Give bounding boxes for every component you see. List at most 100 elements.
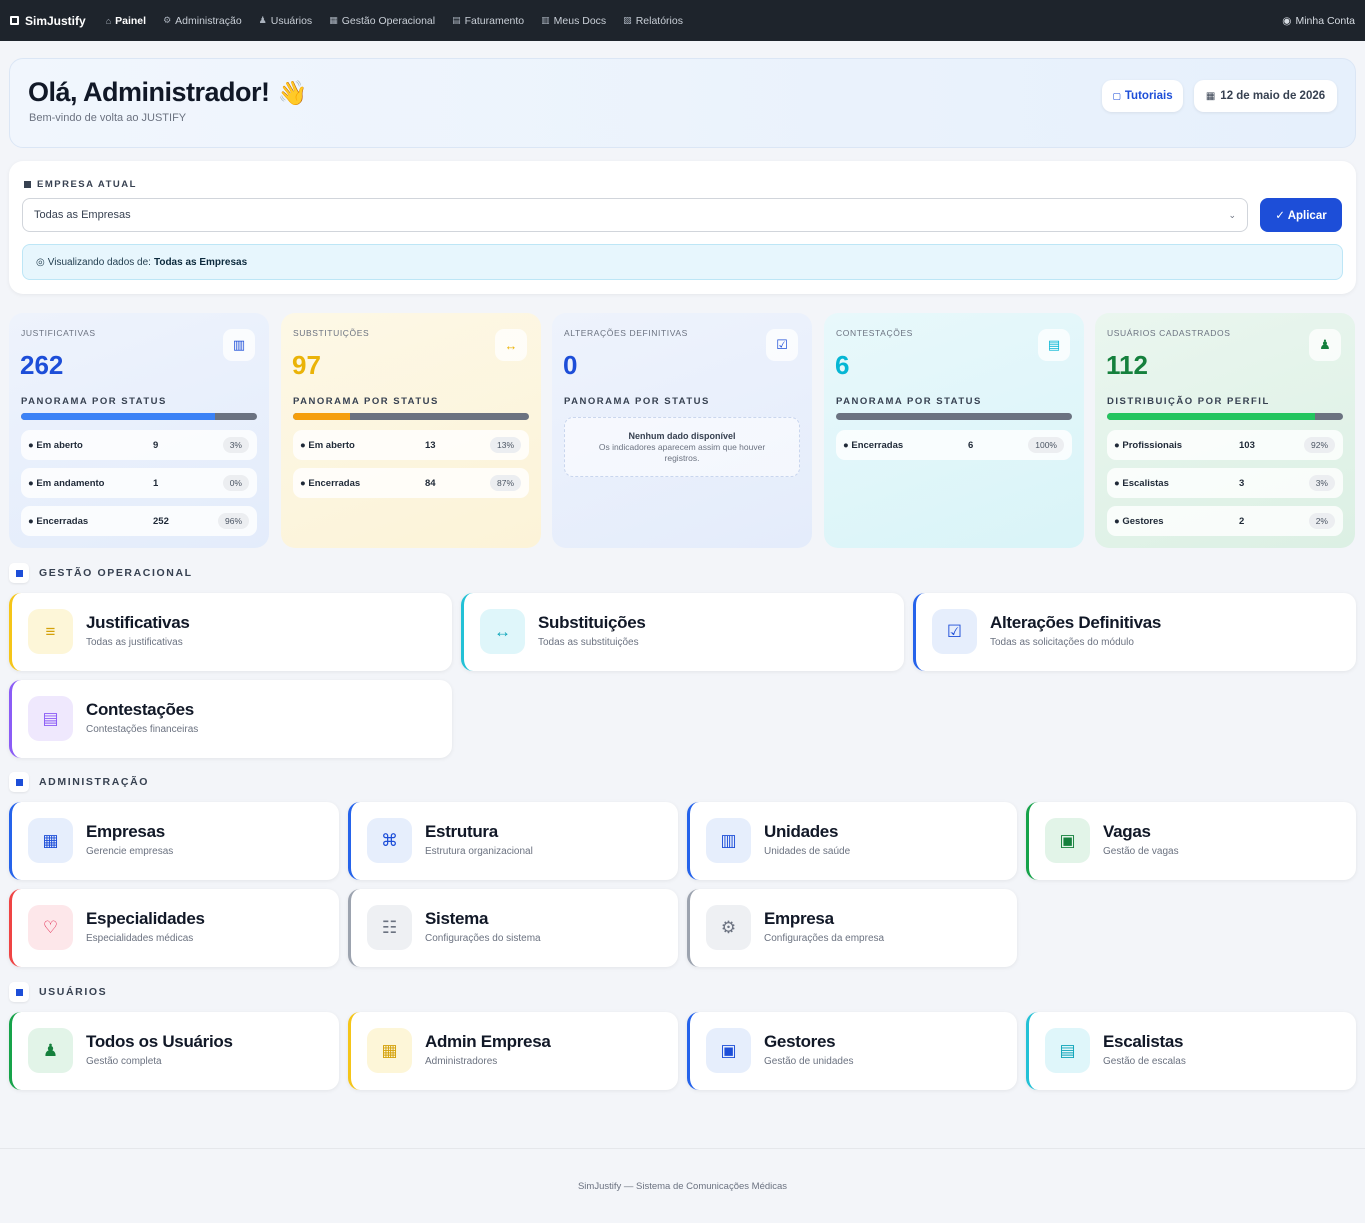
nav-item-4[interactable]: ▤ Faturamento <box>452 15 524 27</box>
card-icon: ▦ <box>367 1028 412 1073</box>
nav-card-gestao-1[interactable]: ↔ Substituições Todas as substituições <box>461 593 904 671</box>
date-badge: ▦ 12 de maio de 2026 <box>1194 80 1337 112</box>
stat-icon: ▥ <box>223 329 255 361</box>
stat-icon: ☑ <box>766 329 798 361</box>
stat-title: JUSTIFICATIVAS <box>21 328 96 338</box>
nav-card-gestao-2[interactable]: ☑ Alterações Definitivas Todas as solicita… <box>913 593 1356 671</box>
card-title: Justificativas <box>86 613 190 632</box>
tutorials-icon: ▢ <box>1112 90 1121 101</box>
info-prefix: Visualizando dados de: <box>47 256 151 268</box>
nav-card-admin-2[interactable]: ▥ Unidades Unidades de saúde <box>687 802 1017 880</box>
status-percent: 13% <box>489 437 521 453</box>
stat-title: USUÁRIOS CADASTRADOS <box>1107 328 1231 338</box>
nav-item-3[interactable]: ▦ Gestão Operacional <box>329 15 435 27</box>
status-count: 2 <box>1239 515 1245 527</box>
card-title: Unidades <box>764 822 839 841</box>
card-icon: ▤ <box>28 696 73 741</box>
nav-item-1[interactable]: ⚙ Administração <box>163 15 242 27</box>
section-icon <box>9 772 29 792</box>
calendar-icon: ▦ <box>1205 90 1216 102</box>
nav-item-2[interactable]: ♟ Usuários <box>259 15 313 27</box>
status-percent: 92% <box>1303 437 1335 453</box>
nav-card-admin-4[interactable]: ♡ Especialidades Especialidades médicas <box>9 889 339 967</box>
stat-icon: ♟ <box>1309 329 1341 361</box>
status-row: ● Escalistas 3 3% <box>1107 468 1343 498</box>
brand-icon <box>10 16 19 25</box>
status-count: 6 <box>968 439 974 451</box>
account-label: Minha Conta <box>1295 14 1355 27</box>
stat-title: SUBSTITUIÇÕES <box>293 328 370 338</box>
stat-value: 6 <box>835 350 850 380</box>
section-header-admin: ADMINISTRAÇÃO <box>9 772 149 792</box>
nav-item-0[interactable]: ⌂ Painel <box>106 15 146 27</box>
nav-card-admin-0[interactable]: ▦ Empresas Gerencie empresas <box>9 802 339 880</box>
stat-card: SUBSTITUIÇÕES 97 ↔ PANORAMA POR STATUS ● Em … <box>281 313 541 548</box>
stat-title: CONTESTAÇÕES <box>836 328 913 338</box>
status-progress-bar <box>21 413 257 420</box>
card-subtitle: Gerencie empresas <box>86 846 174 857</box>
section-header-usuarios: USUÁRIOS <box>9 982 107 1002</box>
nav-icon: ⚙ <box>163 15 172 25</box>
nav-icon: ▤ <box>452 15 461 25</box>
card-icon: ≡ <box>28 609 73 654</box>
apply-button[interactable]: ✓ Aplicar <box>1260 198 1342 232</box>
status-progress-bar <box>293 413 529 420</box>
status-count: 9 <box>153 439 159 451</box>
nav-icon: ♟ <box>258 15 267 25</box>
account-menu[interactable]: ◉ Minha Conta <box>1282 15 1355 27</box>
nav-card-admin-6[interactable]: ⚙ Empresa Configurações da empresa <box>687 889 1017 967</box>
brand-logo[interactable]: SimJustify <box>10 14 86 28</box>
nav-card-admin-5[interactable]: ☷ Sistema Configurações do sistema <box>348 889 678 967</box>
panel-title: PANORAMA POR STATUS <box>21 396 167 407</box>
nav-item-6[interactable]: ▧ Relatórios <box>623 15 683 27</box>
info-value: Todas as Empresas <box>153 256 248 268</box>
card-subtitle: Administradores <box>425 1056 498 1067</box>
nav-item-label: Gestão Operacional <box>341 14 436 27</box>
stat-card: JUSTIFICATIVAS 262 ▥ PANORAMA POR STATUS ● E… <box>9 313 269 548</box>
panel-title: PANORAMA POR STATUS <box>293 396 439 407</box>
status-row: ● Encerradas 6 100% <box>836 430 1072 460</box>
card-title: Escalistas <box>1103 1032 1184 1051</box>
status-count: 13 <box>425 439 436 451</box>
status-percent: 100% <box>1028 437 1064 453</box>
nav-card-admin-3[interactable]: ▣ Vagas Gestão de vagas <box>1026 802 1356 880</box>
tutorials-button[interactable]: ▢ Tutoriais <box>1102 80 1183 112</box>
nav-card-usuarios-0[interactable]: ♟ Todos os Usuários Gestão completa <box>9 1012 339 1090</box>
nav-card-usuarios-2[interactable]: ▣ Gestores Gestão de unidades <box>687 1012 1017 1090</box>
status-progress-bar <box>836 413 1072 420</box>
company-select[interactable]: Todas as Empresas ⌄ <box>22 198 1248 232</box>
nav-card-admin-1[interactable]: ⌘ Estrutura Estrutura organizacional <box>348 802 678 880</box>
status-row: ● Em aberto 13 13% <box>293 430 529 460</box>
section-header-gestao: GESTÃO OPERACIONAL <box>9 563 193 583</box>
nav-icon: ▥ <box>541 15 550 25</box>
status-label: ● Encerradas <box>300 477 361 489</box>
nav-icon: ▦ <box>329 15 338 25</box>
card-subtitle: Configurações do sistema <box>425 933 541 944</box>
stat-card: USUÁRIOS CADASTRADOS 112 ♟ DISTRIBUIÇÃO POR… <box>1095 313 1355 548</box>
status-label: ● Em aberto <box>28 439 83 451</box>
card-icon: ⌘ <box>367 818 412 863</box>
status-count: 84 <box>425 477 436 489</box>
status-count: 3 <box>1239 477 1245 489</box>
status-percent: 0% <box>222 475 249 491</box>
status-label: ● Gestores <box>1114 515 1164 527</box>
status-label: ● Profissionais <box>1114 439 1183 451</box>
nav-card-usuarios-1[interactable]: ▦ Admin Empresa Administradores <box>348 1012 678 1090</box>
nav-card-usuarios-3[interactable]: ▤ Escalistas Gestão de escalas <box>1026 1012 1356 1090</box>
chevron-down-icon: ⌄ <box>1228 209 1236 220</box>
card-title: Vagas <box>1103 822 1151 841</box>
card-subtitle: Todas as substituições <box>538 637 639 648</box>
company-section-label: EMPRESA ATUAL <box>24 179 137 190</box>
stat-value: 262 <box>20 350 64 380</box>
empty-text: Os indicadores aparecem assim que houver… <box>598 442 766 463</box>
card-title: Contestações <box>86 700 194 719</box>
nav-card-gestao-0[interactable]: ≡ Justificativas Todas as justificativas <box>9 593 452 671</box>
section-icon <box>9 982 29 1002</box>
card-title: Empresas <box>86 822 165 841</box>
nav-item-5[interactable]: ▥ Meus Docs <box>541 15 606 27</box>
stat-card: ALTERAÇÕES DEFINITIVAS 0 ☑ PANORAMA POR STA… <box>552 313 812 548</box>
brand-name: SimJustify <box>25 13 86 28</box>
status-count: 1 <box>153 477 159 489</box>
nav-card-gestao-3[interactable]: ▤ Contestações Contestações financeiras <box>9 680 452 758</box>
card-icon: ♡ <box>28 905 73 950</box>
